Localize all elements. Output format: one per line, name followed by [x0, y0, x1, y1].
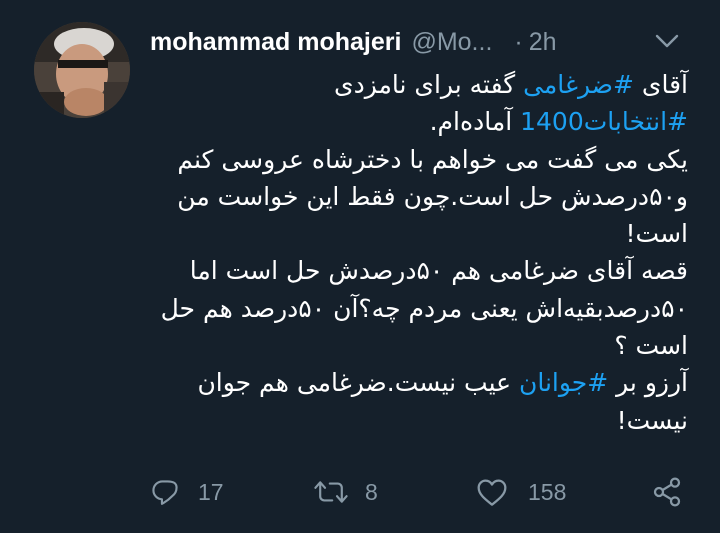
tweet-header: mohammad mohajeri @Mo... · 2h [150, 24, 690, 60]
reply-icon [152, 480, 178, 505]
like-button[interactable]: 158 [476, 470, 566, 514]
hashtag-link[interactable]: #جوانان [519, 368, 608, 397]
avatar-photo [34, 22, 130, 118]
hashtag-link[interactable]: #ضرغامی [523, 70, 634, 99]
reply-count: 17 [198, 478, 224, 505]
heart-icon [477, 479, 507, 506]
hashtag-link[interactable]: #انتخابات1400 [520, 107, 688, 136]
avatar[interactable] [34, 22, 130, 118]
author-name[interactable]: mohammad mohajeri [150, 28, 401, 57]
tweet-text: آقای #ضرغامی گفته برای نامزدی #انتخابات14… [160, 66, 688, 439]
chevron-down-icon[interactable] [652, 30, 682, 52]
author-handle[interactable]: @Mo... [411, 28, 492, 57]
tweet-time[interactable]: 2h [529, 28, 557, 57]
reply-button[interactable]: 17 [150, 470, 224, 514]
retweet-button[interactable]: 8 [313, 470, 378, 514]
tweet-card[interactable]: mohammad mohajeri @Mo... · 2h آقای #ضرغا… [0, 0, 720, 533]
share-icon [653, 477, 681, 507]
tweet-text-segment: آماده‌ام. [429, 107, 521, 137]
tweet-paragraph: آقای #ضرغامی گفته برای نامزدی #انتخابات14… [160, 66, 688, 141]
tweet-text-segment: گفته برای نامزدی [334, 70, 524, 99]
tweet-text-segment: آرزو بر [608, 368, 688, 398]
retweet-count: 8 [365, 478, 378, 505]
tweet-paragraph: قصه آقای ضرغامی هم ۵۰درصدش حل است اما ۵۰… [160, 252, 688, 364]
separator-dot: · [514, 27, 523, 56]
like-count: 158 [528, 478, 567, 505]
tweet-text-segment: آقای [633, 70, 688, 99]
tweet-paragraph: یکی می گفت می خواهم با دخترشاه عروسی کنم… [160, 141, 688, 253]
retweet-icon [314, 481, 348, 503]
tweet-paragraph: آرزو بر #جوانان عیب نیست.ضرغامی هم جوان … [160, 364, 688, 439]
share-button[interactable] [650, 470, 684, 514]
tweet-text-segment: یکی می گفت می خواهم با دخترشاه عروسی کنم… [177, 144, 688, 249]
tweet-text-segment: قصه آقای ضرغامی هم ۵۰درصدش حل است اما ۵۰… [160, 256, 688, 361]
tweet-actions: 17 8 158 [150, 470, 690, 514]
